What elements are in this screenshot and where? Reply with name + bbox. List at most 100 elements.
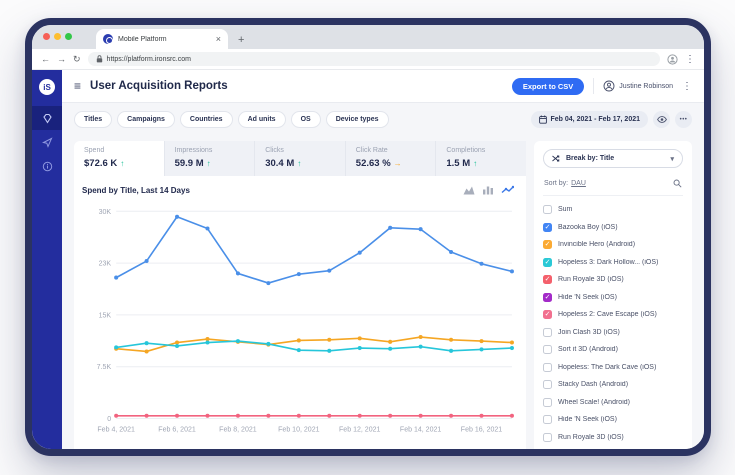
title-row-invincible-hero-android[interactable]: ✓ Invincible Hero (Android) <box>543 236 683 254</box>
title-row-run-royale-3d-ios[interactable]: ✓ Run Royale 3D (iOS) <box>543 271 683 289</box>
data-point <box>144 349 149 354</box>
checkbox-checked[interactable]: ✓ <box>543 275 552 285</box>
title-row-hide-n-seek-ios[interactable]: Hide 'N Seek (iOS) <box>543 411 683 429</box>
title-label: Join Clash 3D (iOS) <box>558 328 620 336</box>
more-options-button[interactable]: ••• <box>675 111 692 128</box>
data-point <box>509 269 514 274</box>
sidebar-item-gem[interactable] <box>32 106 62 130</box>
checkbox-checked[interactable]: ✓ <box>543 292 552 302</box>
sort-by-link[interactable]: DAU <box>571 180 586 187</box>
metric-tab-impressions[interactable]: Impressions 59.9 M ↑ <box>164 141 256 176</box>
checkbox-unchecked[interactable] <box>543 205 552 215</box>
title-row-stacky-dash-android[interactable]: Stacky Dash (Android) <box>543 376 683 394</box>
filter-chip-countries[interactable]: Countries <box>179 111 233 128</box>
data-point <box>235 413 240 418</box>
checkbox-unchecked[interactable] <box>543 345 552 355</box>
trend-up-icon: ↑ <box>206 159 211 168</box>
tab-title: Mobile Platform <box>118 35 167 43</box>
data-point <box>509 340 514 345</box>
data-point <box>327 268 332 273</box>
metric-value: 30.4 M ↑ <box>265 158 302 169</box>
sidebar-item-info[interactable] <box>32 154 62 178</box>
filter-chip-titles[interactable]: Titles <box>74 111 113 128</box>
data-point <box>388 225 393 230</box>
title-row-join-clash-3d-ios[interactable]: Join Clash 3D (iOS) <box>543 324 683 342</box>
data-point <box>266 341 271 346</box>
data-point <box>418 227 423 232</box>
checkbox-checked[interactable]: ✓ <box>543 222 552 232</box>
browser-tab[interactable]: Mobile Platform × <box>96 29 228 49</box>
profile-icon[interactable] <box>667 53 678 65</box>
area-chart-icon[interactable] <box>463 185 475 195</box>
bar-chart-icon[interactable] <box>482 185 494 195</box>
filter-chip-ad-units[interactable]: Ad units <box>237 111 286 128</box>
search-icon[interactable] <box>673 179 682 188</box>
data-point <box>388 413 393 418</box>
data-point <box>479 261 484 266</box>
chart-title: Spend by Title, Last 14 Days <box>82 185 190 195</box>
back-icon[interactable]: ← <box>41 54 50 64</box>
date-range-picker[interactable]: Feb 04, 2021 - Feb 17, 2021 <box>530 111 648 128</box>
trend-up-icon: ↑ <box>120 159 125 168</box>
title-row-run-royale-3d-ios[interactable]: Run Royale 3D (iOS) <box>543 429 683 447</box>
ironsource-logo[interactable]: iS <box>39 79 55 95</box>
checkbox-unchecked[interactable] <box>543 415 552 425</box>
metric-tab-click-rate[interactable]: Click Rate 52.63 % → <box>345 141 437 176</box>
url-text: https://platform.ironsrc.com <box>106 55 191 63</box>
title-row-bazooka-boy-ios[interactable]: ✓ Bazooka Boy (iOS) <box>543 219 683 237</box>
title-row-sum[interactable]: Sum <box>543 201 683 219</box>
reload-icon[interactable]: ↻ <box>73 54 81 64</box>
metric-tab-completions[interactable]: Completions 1.5 M ↑ <box>436 141 526 176</box>
export-to-csv-button[interactable]: Export to CSV <box>511 77 585 95</box>
visibility-button[interactable] <box>653 111 670 128</box>
close-tab-icon[interactable]: × <box>216 34 221 44</box>
data-point <box>509 346 514 351</box>
checkbox-checked[interactable]: ✓ <box>543 310 552 320</box>
padlock-icon <box>96 55 102 63</box>
title-row-hopeless-the-dark-cave-ios[interactable]: Hopeless: The Dark Cave (iOS) <box>543 359 683 377</box>
data-point <box>418 334 423 340</box>
url-toolbar: ← → ↻ https://platform.ironsrc.com ⋮ <box>32 49 704 70</box>
checkbox-unchecked[interactable] <box>543 432 552 442</box>
checkbox-unchecked[interactable] <box>543 362 552 372</box>
checkbox-checked[interactable]: ✓ <box>543 257 552 267</box>
data-point <box>357 413 362 418</box>
sidebar-item-send[interactable] <box>32 130 62 154</box>
checkbox-unchecked[interactable] <box>543 327 552 337</box>
forward-icon[interactable]: → <box>57 54 66 64</box>
user-menu[interactable]: Justine Robinson <box>603 80 673 92</box>
browser-menu-icon[interactable]: ⋮ <box>685 54 695 65</box>
filter-chip-device-types[interactable]: Device types <box>325 111 389 128</box>
data-point <box>175 340 180 345</box>
hamburger-menu-icon[interactable]: ≡ <box>74 79 81 93</box>
title-row-wheel-scale-android[interactable]: Wheel Scale! (Android) <box>543 394 683 412</box>
data-point <box>388 346 393 351</box>
metric-label: Completions <box>446 147 486 154</box>
close-window-button[interactable] <box>43 33 50 40</box>
title-row-sort-it-3d-android[interactable]: Sort it 3D (Android) <box>543 341 683 359</box>
title-row-hopeless-2-cave-escape-ios[interactable]: ✓ Hopeless 2: Cave Escape (iOS) <box>543 306 683 324</box>
data-point <box>327 413 332 418</box>
checkbox-unchecked[interactable] <box>543 397 552 407</box>
checkbox-checked[interactable]: ✓ <box>543 240 552 250</box>
data-point <box>144 341 149 346</box>
address-bar[interactable]: https://platform.ironsrc.com <box>87 52 660 66</box>
filter-chip-os[interactable]: OS <box>290 111 321 128</box>
checkbox-unchecked[interactable] <box>543 380 552 390</box>
data-point <box>327 348 332 353</box>
data-point <box>509 413 514 418</box>
metric-tab-clicks[interactable]: Clicks 30.4 M ↑ <box>255 141 346 176</box>
new-tab-button[interactable]: + <box>238 34 244 49</box>
window-controls[interactable] <box>43 33 72 40</box>
break-by-dropdown[interactable]: Break by: Title ▾ <box>543 149 683 168</box>
metric-tab-spend[interactable]: Spend $72.6 K ↑ <box>74 141 165 176</box>
maximize-window-button[interactable] <box>65 33 72 40</box>
title-row-hopeless-3-dark-hollow-ios[interactable]: ✓ Hopeless 3: Dark Hollow... (iOS) <box>543 254 683 272</box>
break-by-label: Break by: Title <box>566 155 615 162</box>
title-row-hide-n-seek-ios[interactable]: ✓ Hide 'N Seek (iOS) <box>543 289 683 307</box>
y-axis-tick: 0 <box>107 416 111 423</box>
filter-chip-campaigns[interactable]: Campaigns <box>117 111 175 128</box>
header-kebab-icon[interactable]: ⋮ <box>682 81 692 92</box>
line-chart-icon[interactable] <box>501 185 514 195</box>
minimize-window-button[interactable] <box>54 33 61 40</box>
